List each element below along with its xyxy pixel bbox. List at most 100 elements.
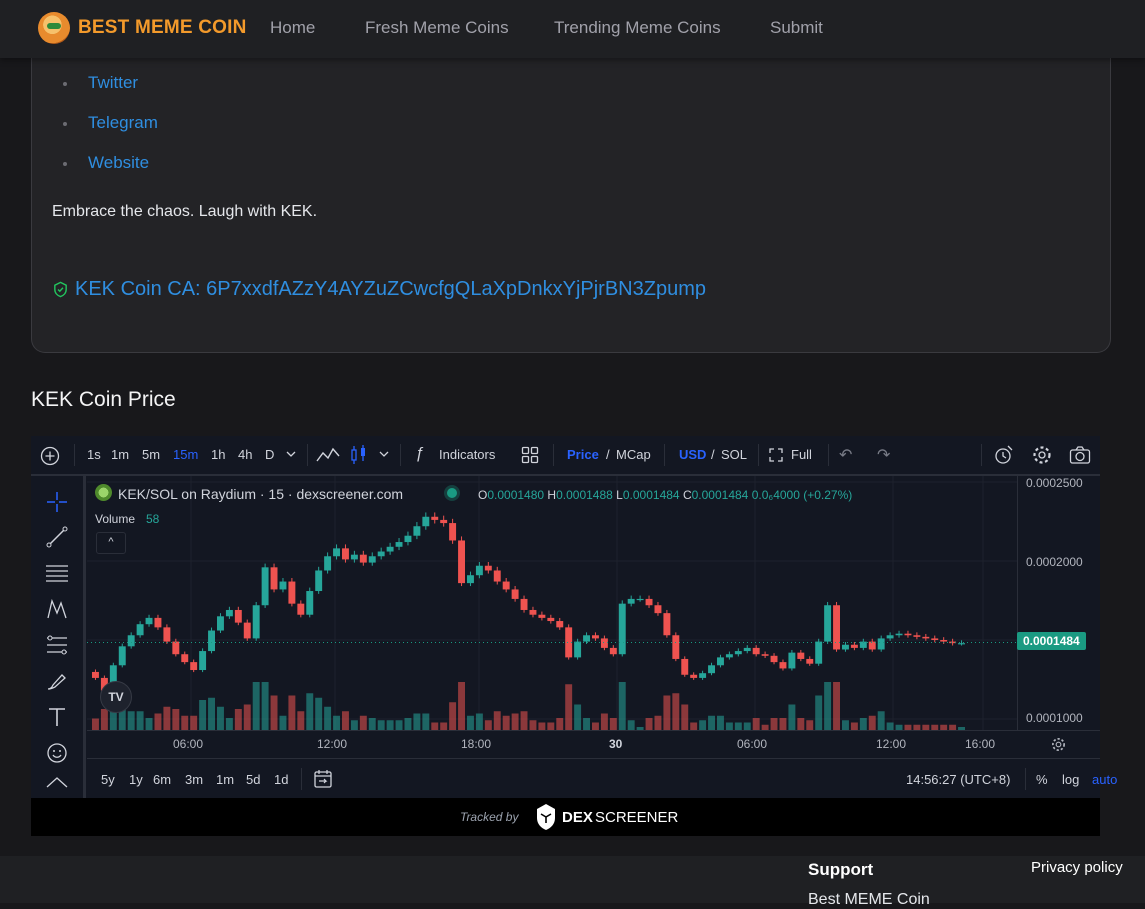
tracked-by-bar[interactable]: Tracked by DEX SCREENER: [31, 798, 1100, 836]
range-6m[interactable]: 6m: [153, 772, 171, 787]
tagline: Embrace the chaos. Laugh with KEK.: [52, 203, 318, 220]
fullscreen-icon[interactable]: [769, 448, 783, 462]
settings-icon[interactable]: [1051, 737, 1066, 752]
volume-bar: [529, 720, 537, 730]
volume-bar: [574, 704, 582, 730]
candle: [502, 581, 510, 590]
volume-bar: [208, 697, 215, 730]
time-axis[interactable]: 06:00 12:00 18:00 30 06:00 12:00 16:00: [87, 730, 1100, 759]
usd-toggle[interactable]: USD: [679, 447, 706, 462]
candle: [850, 644, 858, 648]
horizontal-lines-icon[interactable]: [45, 561, 69, 585]
log-toggle[interactable]: log: [1062, 772, 1079, 787]
tradingview-logo-icon[interactable]: TV: [100, 681, 132, 713]
layout-grid-icon[interactable]: [521, 446, 539, 464]
volume-bar: [467, 715, 474, 730]
volume-bar: [708, 715, 715, 730]
volume-bar: [449, 702, 457, 730]
contract-address-text[interactable]: KEK Coin CA: 6P7xxdfAZzY4AYZuZCwcfgQLaXp…: [75, 278, 706, 301]
range-1m[interactable]: 1m: [216, 772, 234, 787]
range-5d[interactable]: 5d: [246, 772, 260, 787]
pattern-icon[interactable]: [45, 597, 69, 621]
chevron-down-icon[interactable]: [286, 450, 296, 458]
range-3m[interactable]: 3m: [185, 772, 203, 787]
full-button[interactable]: Full: [791, 447, 812, 462]
candle: [806, 658, 814, 664]
candle: [627, 598, 635, 604]
dexscreener-brand-a: DEX: [562, 809, 593, 826]
current-price-label: 0.0001484: [1017, 632, 1086, 650]
price-axis[interactable]: 0.0002500 0.0002000 0.0001000 0.0001484: [1017, 476, 1101, 730]
footer-best-meme-coin-link[interactable]: Best MEME Coin: [808, 891, 930, 909]
candle: [234, 609, 242, 623]
range-1y[interactable]: 1y: [129, 772, 143, 787]
sol-toggle[interactable]: SOL: [721, 447, 747, 462]
footer-privacy-policy-link[interactable]: Privacy policy: [1031, 859, 1123, 876]
candle: [440, 519, 448, 524]
ruler-icon[interactable]: [45, 776, 69, 788]
page-footer: Support Best MEME Coin Privacy policy: [0, 856, 1145, 908]
candle: [136, 624, 144, 636]
percent-toggle[interactable]: %: [1036, 772, 1048, 787]
clock-time[interactable]: 14:56:27 (UTC+8): [906, 772, 1010, 787]
timeframe-5m[interactable]: 5m: [142, 447, 160, 462]
logo-icon[interactable]: [38, 12, 70, 44]
range-5y[interactable]: 5y: [101, 772, 115, 787]
candle: [252, 605, 260, 639]
timeframe-4h[interactable]: 4h: [238, 447, 252, 462]
trend-line-icon[interactable]: [45, 525, 69, 549]
range-1d[interactable]: 1d: [274, 772, 288, 787]
website-link[interactable]: Website: [56, 152, 158, 192]
add-symbol-icon[interactable]: [40, 446, 60, 466]
candles-icon[interactable]: [350, 445, 368, 465]
indicators-button[interactable]: Indicators: [439, 447, 495, 462]
pair-title[interactable]: KEK/SOL on Raydium · 15 · dexscreener.co…: [118, 486, 403, 502]
brush-icon[interactable]: [45, 669, 69, 693]
nav-submit[interactable]: Submit: [770, 18, 823, 38]
price-tick: 0.0002500: [1026, 476, 1083, 490]
candle: [529, 609, 537, 615]
nav-trending-meme-coins[interactable]: Trending Meme Coins: [554, 18, 721, 38]
redo-icon[interactable]: ↷: [877, 445, 890, 465]
line-chart-icon[interactable]: [316, 446, 340, 464]
collapse-legend-button[interactable]: ^: [96, 532, 126, 554]
calendar-goto-icon[interactable]: [313, 769, 333, 789]
brand-title[interactable]: BEST MEME COIN: [78, 17, 247, 39]
mcap-toggle[interactable]: MCap: [616, 447, 651, 462]
telegram-link[interactable]: Telegram: [56, 112, 158, 152]
price-chart[interactable]: [87, 476, 1017, 730]
twitter-link[interactable]: Twitter: [56, 72, 158, 112]
nav-home[interactable]: Home: [270, 18, 315, 38]
indicators-icon[interactable]: ƒ: [415, 445, 424, 463]
candle: [592, 635, 599, 639]
volume-bar: [324, 706, 332, 730]
candle: [342, 548, 349, 560]
timeframe-15m[interactable]: 15m: [173, 447, 198, 462]
timeframe-d[interactable]: D: [265, 447, 274, 462]
candle: [493, 570, 501, 582]
fib-icon[interactable]: [45, 633, 69, 657]
volume-bar: [618, 682, 626, 730]
candle: [92, 671, 99, 678]
timeframe-1h[interactable]: 1h: [211, 447, 225, 462]
chevron-down-icon[interactable]: [379, 450, 389, 458]
emoji-icon[interactable]: [45, 741, 69, 765]
timeframe-1s[interactable]: 1s: [87, 447, 101, 462]
candle: [931, 638, 939, 640]
auto-toggle[interactable]: auto: [1092, 772, 1117, 787]
candle: [743, 647, 751, 652]
candle: [833, 605, 840, 650]
undo-icon[interactable]: ↶: [839, 445, 852, 465]
time-tick: 12:00: [876, 737, 907, 751]
price-toggle[interactable]: Price: [567, 447, 599, 462]
camera-icon[interactable]: [1069, 445, 1091, 465]
crosshair-icon[interactable]: [45, 490, 69, 514]
volume-bar: [502, 715, 510, 730]
timeframe-1m[interactable]: 1m: [111, 447, 129, 462]
nav-fresh-meme-coins[interactable]: Fresh Meme Coins: [365, 18, 509, 38]
shield-check-icon: [54, 281, 67, 298]
gear-icon[interactable]: [1032, 445, 1052, 465]
replay-icon[interactable]: [994, 445, 1014, 465]
contract-address[interactable]: KEK Coin CA: 6P7xxdfAZzY4AYZuZCwcfgQLaXp…: [52, 278, 706, 301]
text-tool-icon[interactable]: [45, 705, 69, 729]
